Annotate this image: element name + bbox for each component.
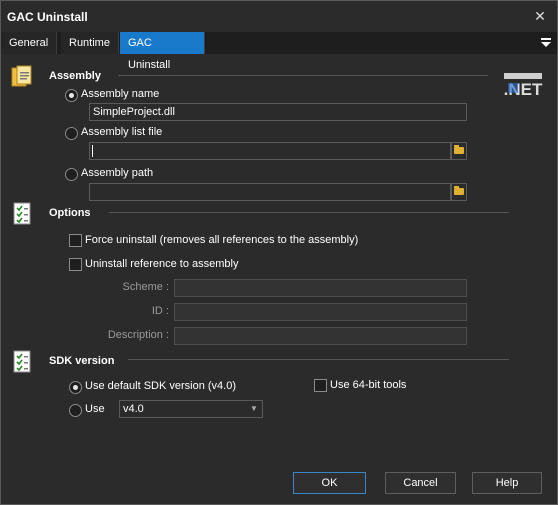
sdk-section-icon — [13, 350, 35, 374]
id-label: ID : — [151, 305, 169, 317]
uninstall-reference-label: Uninstall reference to assembly — [85, 258, 239, 270]
assembly-section-icon — [11, 65, 33, 89]
assembly-list-file-label: Assembly list file — [81, 126, 163, 138]
assembly-list-file-input[interactable] — [89, 142, 451, 160]
sdk-divider — [128, 359, 509, 360]
assembly-path-label: Assembly path — [81, 167, 154, 179]
assembly-name-radio[interactable] — [65, 89, 78, 102]
force-uninstall-label: Force uninstall (removes all references … — [85, 234, 359, 246]
assembly-list-file-browse-button[interactable] — [451, 142, 467, 160]
help-button[interactable]: Help — [472, 472, 542, 494]
logo-badge-icon: .NET — [498, 69, 548, 99]
use-64bit-label: Use 64-bit tools — [330, 379, 407, 391]
options-section-icon — [13, 202, 35, 226]
scheme-input[interactable] — [174, 279, 467, 297]
tab-gac-uninstall[interactable]: GAC Uninstall — [120, 32, 205, 71]
tab-general[interactable]: General — [1, 32, 58, 54]
folder-icon — [454, 186, 464, 195]
assembly-path-input[interactable] — [89, 183, 451, 201]
assembly-name-label: Assembly name — [81, 88, 160, 100]
tab-runtime[interactable]: Runtime — [61, 32, 119, 54]
assembly-divider — [118, 75, 488, 76]
uninstall-reference-checkbox[interactable] — [69, 258, 82, 271]
options-divider — [109, 212, 509, 213]
description-input[interactable] — [174, 327, 467, 345]
use-sdk-label: Use — [85, 403, 105, 415]
text-caret — [92, 145, 93, 157]
force-uninstall-checkbox[interactable] — [69, 234, 82, 247]
folder-icon — [454, 145, 464, 154]
tab-bar: General Runtime GAC Uninstall — [1, 32, 557, 71]
title-bar: GAC Uninstall ✕ — [1, 1, 557, 32]
assembly-section-title: Assembly — [49, 70, 101, 82]
assembly-path-browse-button[interactable] — [451, 183, 467, 201]
use-64bit-checkbox[interactable] — [314, 379, 327, 392]
sdk-version-select[interactable]: v4.0 ▼ — [119, 400, 263, 418]
sdk-version-value: v4.0 — [123, 403, 144, 415]
description-label: Description : — [107, 329, 169, 341]
use-sdk-radio[interactable] — [69, 404, 82, 417]
use-default-sdk-radio[interactable] — [69, 381, 82, 394]
close-icon[interactable]: ✕ — [531, 7, 549, 25]
assembly-path-radio[interactable] — [65, 168, 78, 181]
sdk-section-title: SDK version — [49, 355, 115, 367]
chevron-down-icon[interactable]: ▼ — [246, 401, 262, 417]
assembly-name-input[interactable]: SimpleProject.dll — [89, 103, 467, 121]
dialog-window: GAC Uninstall ✕ General Runtime GAC Unin… — [0, 0, 558, 505]
ok-button[interactable]: OK — [293, 472, 366, 494]
cancel-button[interactable]: Cancel — [385, 472, 456, 494]
window-title: GAC Uninstall — [7, 10, 88, 24]
assembly-list-file-radio[interactable] — [65, 127, 78, 140]
use-default-sdk-label: Use default SDK version (v4.0) — [85, 380, 237, 392]
id-input[interactable] — [174, 303, 467, 321]
scheme-label: Scheme : — [122, 281, 169, 293]
tab-menu-icon[interactable] — [539, 36, 553, 50]
options-section-title: Options — [49, 207, 91, 219]
